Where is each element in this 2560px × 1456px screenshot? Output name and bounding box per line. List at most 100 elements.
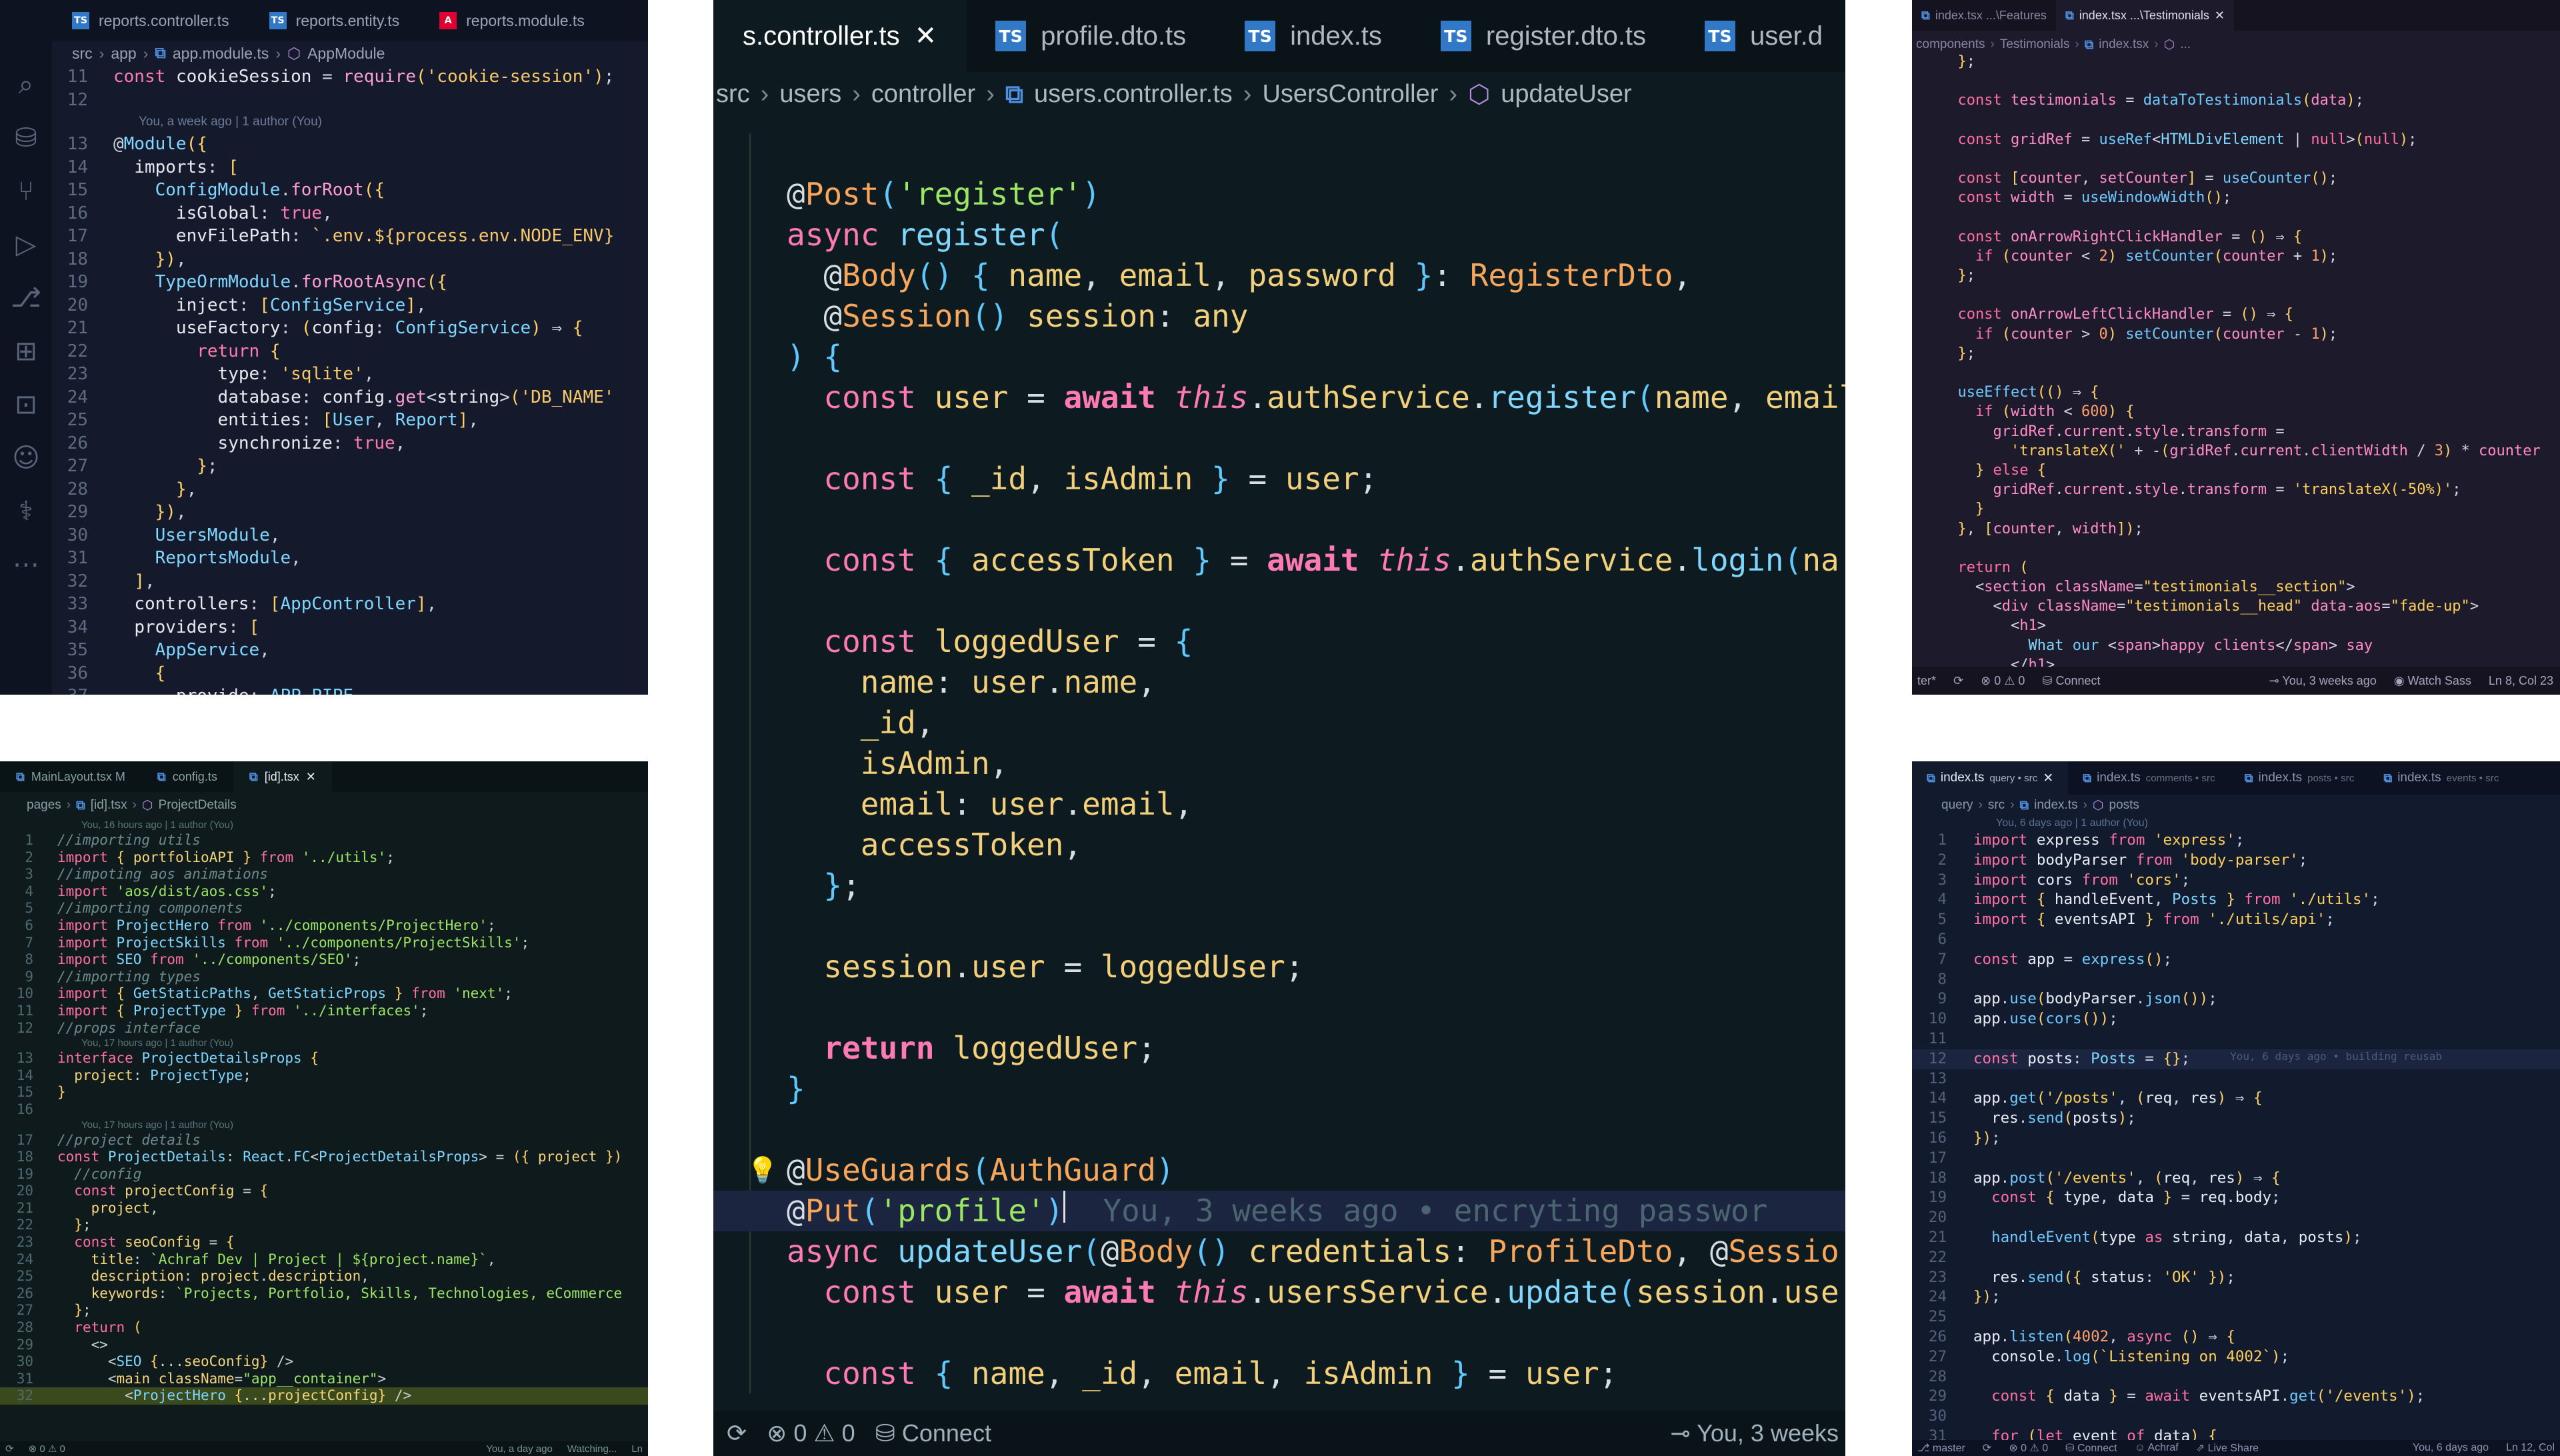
- git-blame-status[interactable]: ⊸ You, 3 weeks ago: [2269, 674, 2377, 688]
- watching-status[interactable]: Watching...: [567, 1443, 617, 1455]
- watch-sass-label: Watch Sass: [2407, 673, 2471, 687]
- tab-label: index.ts: [2097, 771, 2141, 785]
- connect-button[interactable]: ⛁ Connect: [2042, 674, 2100, 688]
- code-editor[interactable]: }; const testimonials = dataToTestimonia…: [1912, 52, 2560, 694]
- tab-4[interactable]: TS user.d: [1675, 0, 1845, 72]
- sync-icon[interactable]: ⟳: [1953, 674, 1963, 688]
- extensions-icon[interactable]: ⊞: [15, 336, 37, 367]
- codelens-blame[interactable]: You, 17 hours ago | 1 author (You): [0, 1037, 648, 1050]
- python-icon[interactable]: ⚕: [19, 496, 33, 527]
- tab-3[interactable]: TS register.dto.ts: [1411, 0, 1675, 72]
- codelens-blame[interactable]: You, 6 days ago | 1 author (You): [1912, 816, 2560, 831]
- connect-button[interactable]: ⛁ Connect: [2065, 1441, 2117, 1455]
- breadcrumb-item[interactable]: components: [1916, 37, 1985, 52]
- git-blame-status[interactable]: ⊸ You, 3 weeks: [1671, 1419, 1845, 1447]
- tab-1[interactable]: TS profile.dto.ts: [966, 0, 1215, 72]
- breadcrumb-item[interactable]: index.ts: [2034, 798, 2077, 813]
- tab-2[interactable]: TS index.ts: [1215, 0, 1411, 72]
- copilot-icon[interactable]: ☺: [12, 443, 40, 473]
- tab-1[interactable]: ⧉ index.ts comments • src: [2068, 761, 2229, 795]
- tab-1[interactable]: ⧉ config.ts: [141, 761, 233, 792]
- git-blame-status[interactable]: You, 6 days ago: [2413, 1442, 2489, 1454]
- breadcrumb-item[interactable]: [id].tsx: [91, 798, 127, 813]
- tab-0[interactable]: ⧉ index.tsx ...\Features: [1912, 0, 2056, 31]
- code-line: 9 app.use(bodyParser.json());: [1912, 989, 2560, 1009]
- breadcrumb-item[interactable]: app: [111, 45, 136, 63]
- breadcrumb-item[interactable]: src: [72, 45, 93, 63]
- tab-0[interactable]: ⧉ MainLayout.tsx M: [0, 761, 141, 792]
- git-blame-status[interactable]: You, a day ago: [486, 1443, 553, 1455]
- breadcrumb-item[interactable]: controller: [871, 80, 975, 109]
- tab-3[interactable]: ⧉ index.ts events • src: [2369, 761, 2513, 795]
- code-editor[interactable]: @Post('register') async register( @Body()…: [713, 133, 1845, 1394]
- code-line: 30 <SEO {...seoConfig} />: [0, 1353, 648, 1371]
- problems-indicator[interactable]: ⊗ 0 ⚠ 0: [29, 1443, 65, 1455]
- tab-bar: s.controller.ts ✕ TS profile.dto.ts TS index.…: [713, 0, 1845, 72]
- connect-button[interactable]: ⛁ Connect: [875, 1419, 991, 1447]
- remote-icon[interactable]: ⊡: [15, 389, 37, 420]
- tab-2[interactable]: ⧉ [id].tsx ✕: [233, 761, 332, 792]
- breadcrumb-item[interactable]: index.tsx: [2099, 37, 2149, 52]
- cursor-position[interactable]: Ln 12, Col: [2506, 1442, 2560, 1454]
- cursor-position[interactable]: Ln: [631, 1443, 648, 1455]
- line-text: return loggedUser;: [823, 1030, 1156, 1066]
- tab-2[interactable]: ⧉ index.ts posts • src: [2230, 761, 2369, 795]
- close-icon[interactable]: ✕: [306, 770, 316, 784]
- code-editor[interactable]: You, 16 hours ago | 1 author (You) 1 //imp…: [0, 819, 648, 1405]
- line-number: 18: [67, 249, 88, 269]
- close-icon[interactable]: ✕: [2215, 9, 2225, 23]
- code-editor[interactable]: 11 const cookieSession = require('cookie-…: [52, 65, 648, 695]
- codelens-blame[interactable]: You, a week ago | 1 author (You): [52, 111, 648, 133]
- more-icon[interactable]: ⋯: [13, 549, 39, 580]
- codelens-blame[interactable]: You, 17 hours ago | 1 author (You): [0, 1119, 648, 1132]
- line-text: const [counter, setCounter] = useCounter…: [1957, 170, 2338, 187]
- run-debug-icon[interactable]: ▷: [16, 229, 37, 260]
- tab-0[interactable]: TS reports.controller.ts: [52, 0, 249, 41]
- tab-label: index.tsx ...\Features: [1935, 8, 2047, 22]
- problems-indicator[interactable]: ⊗ 0 ⚠ 0: [2009, 1441, 2048, 1455]
- breadcrumb-item[interactable]: src: [716, 80, 750, 109]
- branch-indicator[interactable]: ⎇ master: [1917, 1441, 1965, 1455]
- watch-sass-button[interactable]: ◉ Watch Sass: [2394, 674, 2471, 688]
- sync-icon[interactable]: ⟳: [727, 1419, 747, 1447]
- close-icon[interactable]: ✕: [2043, 771, 2053, 785]
- lightbulb-icon[interactable]: 💡: [747, 1150, 778, 1191]
- code-line: email: user.email,: [713, 784, 1845, 825]
- code-editor[interactable]: You, 6 days ago | 1 author (You) 1 import …: [1912, 816, 2560, 1447]
- breadcrumb-item[interactable]: app.module.ts: [173, 45, 269, 63]
- codelens-blame[interactable]: You, 16 hours ago | 1 author (You): [0, 819, 648, 832]
- cursor-position[interactable]: Ln 8, Col 23: [2489, 674, 2560, 688]
- breadcrumb-item[interactable]: users: [779, 80, 841, 109]
- line-number: 32: [16, 1387, 33, 1404]
- breadcrumb-item[interactable]: AppModule: [307, 45, 385, 63]
- line-number: 24: [67, 387, 88, 407]
- sync-icon[interactable]: ⟳: [5, 1443, 14, 1455]
- breadcrumb-item[interactable]: Testimonials: [2000, 37, 2070, 52]
- live-share-button[interactable]: ⇗ Live Share: [2196, 1441, 2259, 1455]
- tab-1[interactable]: TS reports.entity.ts: [249, 0, 420, 41]
- tab-2[interactable]: Areports.module.ts: [419, 0, 605, 41]
- breadcrumb-item[interactable]: pages: [27, 798, 61, 813]
- status-left-text: ter*: [1917, 673, 1937, 687]
- problems-indicator[interactable]: ⊗ 0 ⚠ 0: [1981, 674, 2025, 688]
- breadcrumb-item[interactable]: posts: [2109, 798, 2139, 813]
- breadcrumb-item[interactable]: updateUser: [1501, 80, 1631, 109]
- database-icon[interactable]: ⛁: [15, 123, 37, 153]
- tab-1[interactable]: ⧉ index.tsx ...\Testimonials ✕: [2055, 0, 2234, 31]
- breadcrumb-item[interactable]: users.controller.ts: [1034, 80, 1233, 109]
- breadcrumb-item[interactable]: query: [1941, 798, 1973, 813]
- tab-0[interactable]: ⧉ index.ts query • src ✕: [1912, 761, 2069, 795]
- sync-icon[interactable]: ⟳: [1983, 1441, 1991, 1455]
- breadcrumb-item[interactable]: ...: [2180, 37, 2191, 52]
- search-icon[interactable]: ⌕: [19, 69, 33, 100]
- source-control-icon[interactable]: ⑂: [18, 176, 34, 207]
- tab-0[interactable]: s.controller.ts ✕: [713, 0, 967, 72]
- close-icon[interactable]: ✕: [915, 21, 937, 51]
- breadcrumb-item[interactable]: src: [1988, 798, 2005, 813]
- tab-label: index.ts: [2258, 771, 2303, 785]
- problems-indicator[interactable]: ⊗ 0 ⚠ 0: [767, 1419, 855, 1447]
- breadcrumb-item[interactable]: ProjectDetails: [159, 798, 237, 813]
- breadcrumb-item[interactable]: UsersController: [1262, 80, 1438, 109]
- account-indicator[interactable]: ☺ Achraf: [2135, 1442, 2179, 1454]
- git-graph-icon[interactable]: ⎇: [11, 283, 41, 313]
